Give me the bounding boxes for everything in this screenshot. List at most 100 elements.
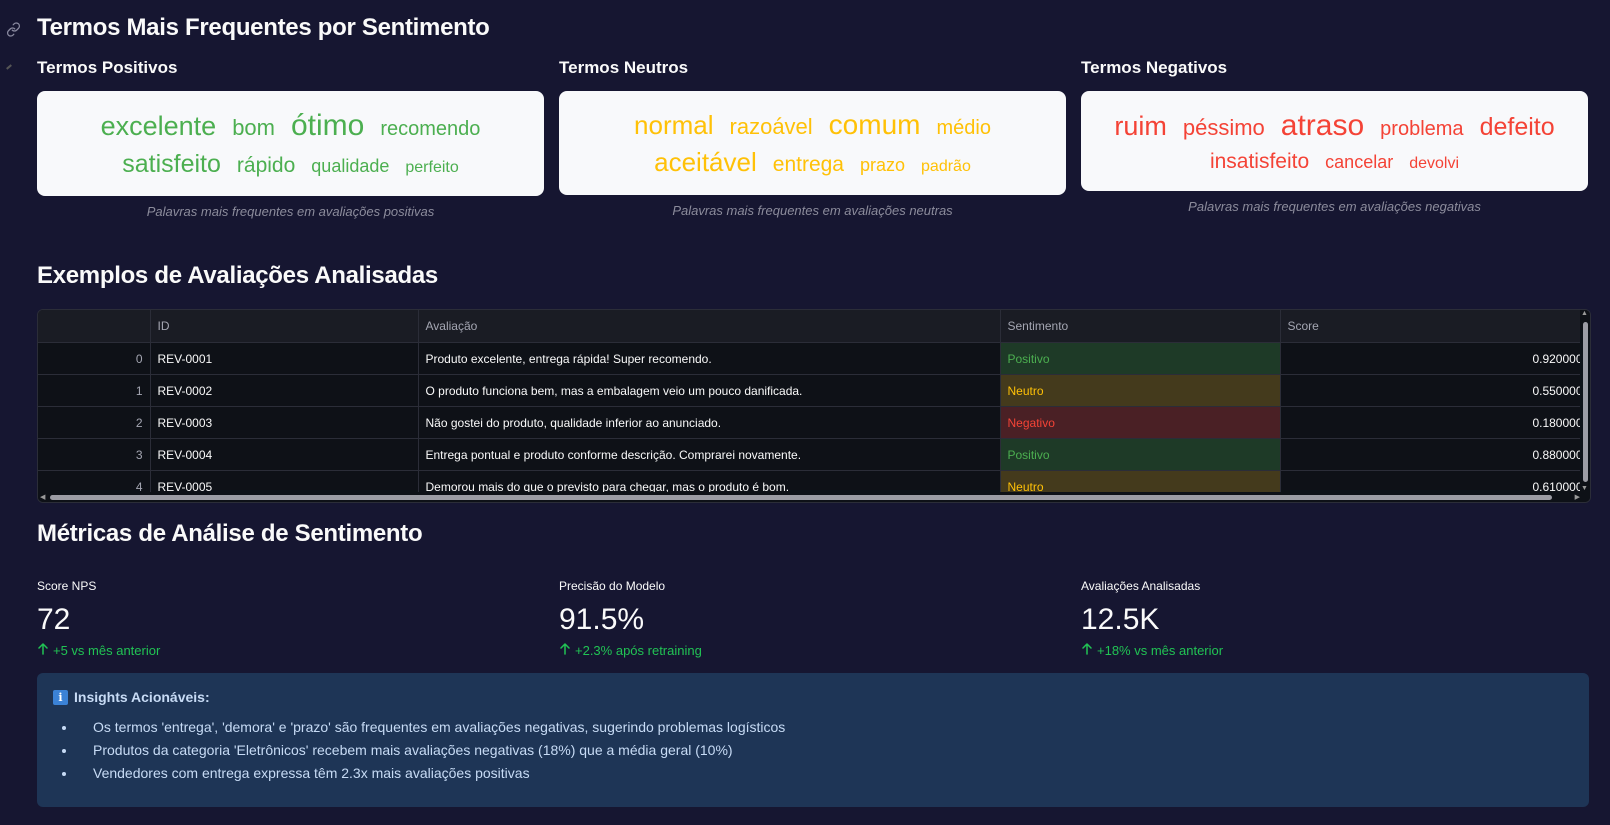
- sentiment-cell[interactable]: Neutro: [1000, 374, 1281, 407]
- cloud-word: normal: [634, 110, 714, 140]
- scroll-left-icon[interactable]: ◀: [40, 493, 45, 501]
- metric-delta: +2.3% após retraining: [559, 642, 1066, 658]
- metric-delta: +18% vs mês anterior: [1081, 642, 1588, 658]
- horizontal-scrollbar[interactable]: ◀ ▶: [38, 492, 1590, 502]
- metric-label: Score NPS: [37, 579, 97, 593]
- metric-label: Avaliações Analisadas: [1081, 579, 1201, 593]
- sentiment-cell[interactable]: Negativo: [1000, 406, 1281, 439]
- vertical-scroll-thumb[interactable]: [1583, 322, 1588, 482]
- id-cell[interactable]: REV-0004: [150, 438, 419, 471]
- link-icon[interactable]: [0, 14, 26, 44]
- review-cell[interactable]: Produto excelente, entrega rápida! Super…: [418, 342, 1001, 375]
- cloud-word: defeito: [1479, 113, 1555, 141]
- review-cell[interactable]: Entrega pontual e produto conforme descr…: [418, 438, 1001, 471]
- vertical-scrollbar[interactable]: ▲ ▼: [1580, 310, 1590, 492]
- negative-column: Termos Negativos ruim péssimo atraso proble…: [1081, 58, 1588, 219]
- cloud-word: padrão: [921, 158, 971, 175]
- metric-value: 72: [37, 603, 71, 636]
- positive-caption: Palavras mais frequentes em avaliações p…: [146, 203, 435, 219]
- arrow-up-icon: [37, 642, 49, 658]
- scroll-down-icon[interactable]: ▼: [1581, 485, 1588, 492]
- metric-delta-text: +5 vs mês anterior: [53, 643, 161, 658]
- cloud-word: insatisfeito: [1209, 149, 1310, 173]
- arrow-up-icon: [1081, 642, 1093, 658]
- scroll-right-icon[interactable]: ▶: [1575, 493, 1580, 501]
- table-row[interactable]: 1 REV-0002 O produto funciona bem, mas a e…: [38, 374, 1590, 407]
- sentiment-cell[interactable]: Positivo: [1000, 342, 1281, 375]
- cloud-word: médio: [936, 117, 991, 139]
- cloud-word: ótimo: [290, 109, 365, 142]
- row-index-cell[interactable]: 0: [38, 342, 151, 375]
- neutral-column: Termos Neutros normal razoável comum médio a…: [559, 58, 1066, 219]
- positive-terms-title: Termos Positivos: [37, 58, 178, 77]
- column-header-score[interactable]: Score: [1280, 310, 1590, 343]
- metric-reviews: Avaliações Analisadas 12.5K +18% vs mês …: [1081, 579, 1588, 658]
- insights-title-row: i Insights Acionáveis:: [53, 689, 1573, 705]
- cloud-word: recomendo: [380, 118, 481, 140]
- examples-title: Exemplos de Avaliações Analisadas: [37, 262, 438, 289]
- column-header-id[interactable]: ID: [150, 310, 419, 343]
- cloud-word: comum: [828, 109, 921, 140]
- cloud-word: atraso: [1280, 109, 1365, 142]
- neutral-caption: Palavras mais frequentes em avaliações n…: [672, 202, 953, 218]
- scroll-up-icon[interactable]: ▲: [1581, 310, 1588, 317]
- reviews-dataframe[interactable]: ID Avaliação Sentimento Score 0 REV-0001 P…: [37, 309, 1591, 503]
- insight-item: Vendedores com entrega expressa têm 2.3x…: [77, 765, 1573, 781]
- table-row[interactable]: 3 REV-0004 Entrega pontual e produto confo…: [38, 438, 1590, 471]
- neutral-word-cloud: normal razoável comum médio aceitável entrega…: [559, 91, 1066, 195]
- neutral-terms-title: Termos Neutros: [559, 58, 689, 77]
- sentiment-cell[interactable]: Positivo: [1000, 438, 1281, 471]
- table-header-row: ID Avaliação Sentimento Score: [38, 310, 1590, 343]
- negative-word-cloud: ruim péssimo atraso problema defeito insatisf…: [1081, 91, 1588, 191]
- insights-title: Insights Acionáveis:: [74, 689, 210, 705]
- metric-precision: Precisão do Modelo 91.5% +2.3% após retr…: [559, 579, 1066, 658]
- id-cell[interactable]: REV-0003: [150, 406, 419, 439]
- sidebar-handle[interactable]: [6, 64, 12, 70]
- score-cell[interactable]: 0.550000: [1280, 374, 1590, 407]
- cloud-word: ruim: [1114, 111, 1167, 141]
- metric-nps: Score NPS 72 +5 vs mês anterior: [37, 579, 544, 658]
- word-clouds: Termos Positivos excelente bom ótimo recome…: [37, 58, 1589, 219]
- positive-word-cloud: excelente bom ótimo recomendo satisfeito rápi…: [37, 91, 544, 196]
- word-clouds-title: Termos Mais Frequentes por Sentimento: [37, 14, 490, 41]
- insights-box: i Insights Acionáveis: Os termos 'entreg…: [37, 673, 1589, 807]
- cloud-word: excelente: [100, 111, 217, 141]
- row-index-cell[interactable]: 3: [38, 438, 151, 471]
- column-header-review[interactable]: Avaliação: [418, 310, 1001, 343]
- score-cell[interactable]: 0.180000: [1280, 406, 1590, 439]
- insights-list: Os termos 'entrega', 'demora' e 'prazo' …: [53, 719, 1573, 781]
- cloud-word: entrega: [772, 153, 844, 176]
- metric-label: Precisão do Modelo: [559, 579, 666, 593]
- cloud-word: aceitável: [654, 147, 757, 177]
- review-cell[interactable]: O produto funciona bem, mas a embalagem …: [418, 374, 1001, 407]
- cloud-word: cancelar: [1325, 151, 1394, 172]
- row-index-cell[interactable]: 1: [38, 374, 151, 407]
- score-cell[interactable]: 0.920000: [1280, 342, 1590, 375]
- arrow-up-icon: [559, 642, 571, 658]
- metric-delta-text: +18% vs mês anterior: [1097, 643, 1224, 658]
- cloud-word: razoável: [729, 114, 813, 139]
- metric-delta: +5 vs mês anterior: [37, 642, 544, 658]
- review-cell[interactable]: Não gostei do produto, qualidade inferio…: [418, 406, 1001, 439]
- table-row[interactable]: 0 REV-0001 Produto excelente, entrega rápi…: [38, 342, 1590, 375]
- negative-terms-title: Termos Negativos: [1081, 58, 1228, 77]
- info-icon: i: [53, 689, 68, 705]
- horizontal-scroll-thumb[interactable]: [50, 495, 1552, 500]
- insight-item: Produtos da categoria 'Eletrônicos' rece…: [77, 742, 1573, 758]
- id-cell[interactable]: REV-0001: [150, 342, 419, 375]
- metric-delta-text: +2.3% após retraining: [575, 643, 702, 658]
- cloud-word: rápido: [236, 153, 296, 177]
- insight-item: Os termos 'entrega', 'demora' e 'prazo' …: [77, 719, 1573, 735]
- reviews-table: ID Avaliação Sentimento Score 0 REV-0001 P…: [38, 310, 1590, 502]
- metrics-row: Score NPS 72 +5 vs mês anterior Precisão…: [37, 579, 1589, 658]
- cloud-word: devolvi: [1409, 154, 1460, 172]
- cloud-word: satisfeito: [122, 149, 221, 178]
- score-cell[interactable]: 0.880000: [1280, 438, 1590, 471]
- cloud-word: prazo: [860, 155, 906, 175]
- column-header-sentiment[interactable]: Sentimento: [1000, 310, 1281, 343]
- row-index-cell[interactable]: 2: [38, 406, 151, 439]
- table-row[interactable]: 2 REV-0003 Não gostei do produto, qualidad…: [38, 406, 1590, 439]
- column-header-index[interactable]: [38, 310, 151, 343]
- metric-value: 91.5%: [559, 603, 645, 636]
- id-cell[interactable]: REV-0002: [150, 374, 419, 407]
